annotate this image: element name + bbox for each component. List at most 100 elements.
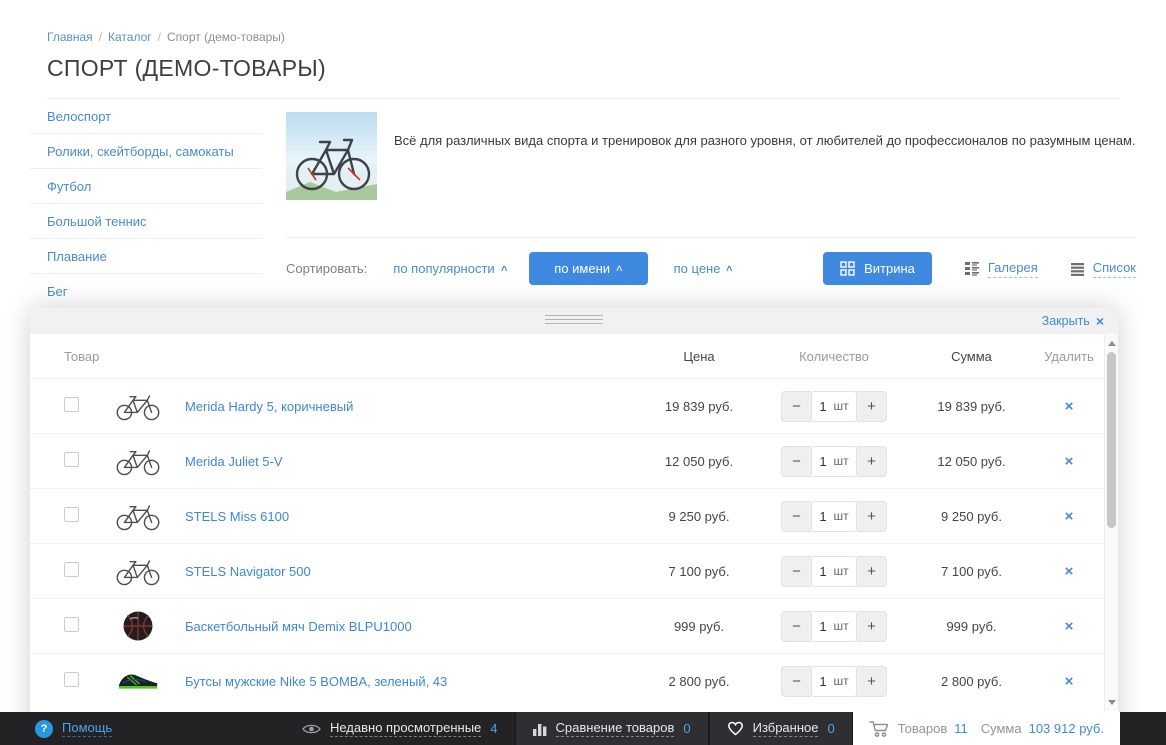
quantity-input[interactable]: 1 шт xyxy=(811,665,857,697)
quantity-unit: шт xyxy=(833,564,849,578)
sum-value: 999 руб. xyxy=(946,618,997,634)
row-checkbox[interactable] xyxy=(64,507,79,522)
product-link[interactable]: STELS Miss 6100 xyxy=(185,509,289,524)
cart-sum-value: 103 912 руб. xyxy=(1028,721,1104,736)
increase-button[interactable]: + xyxy=(857,665,887,697)
favorites-link[interactable]: Избранное 0 xyxy=(708,712,853,745)
help-icon: ? xyxy=(35,719,53,738)
scrollbar[interactable] xyxy=(1104,334,1118,711)
row-checkbox[interactable] xyxy=(64,672,79,687)
product-link[interactable]: Бутсы мужские Nike 5 BOMBA, зеленый, 43 xyxy=(185,674,447,689)
gallery-icon xyxy=(964,262,979,276)
breadcrumb-link-home[interactable]: Главная xyxy=(47,30,93,44)
product-thumbnail[interactable] xyxy=(90,610,185,642)
quantity-input[interactable]: 1 шт xyxy=(811,555,857,587)
sort-by-name[interactable]: по имени ∧ xyxy=(529,252,648,285)
quantity-unit: шт xyxy=(833,454,849,468)
delete-button[interactable]: × xyxy=(1065,673,1074,690)
product-link[interactable]: STELS Navigator 500 xyxy=(185,564,311,579)
product-thumbnail[interactable] xyxy=(90,556,185,586)
product-thumbnail[interactable] xyxy=(90,446,185,476)
sidebar-item-futbol[interactable]: Футбол xyxy=(30,169,262,204)
recently-viewed-link[interactable]: Недавно просмотренные 4 xyxy=(285,712,515,745)
quantity-input[interactable]: 1 шт xyxy=(811,610,857,642)
category-sidebar: Велоспорт Ролики, скейтборды, самокаты Ф… xyxy=(30,99,262,309)
product-thumbnail[interactable] xyxy=(90,501,185,531)
close-button[interactable]: Закрыть × xyxy=(1042,308,1104,334)
delete-button[interactable]: × xyxy=(1065,563,1074,580)
delete-button[interactable]: × xyxy=(1065,453,1074,470)
cart-table: Товар Цена Количество Сумма Удалить Meri… xyxy=(30,334,1104,745)
cart-row: Merida Hardy 5, коричневый 19 839 руб. −… xyxy=(30,378,1104,433)
row-checkbox[interactable] xyxy=(64,452,79,467)
eye-icon xyxy=(302,724,321,733)
product-link[interactable]: Merida Hardy 5, коричневый xyxy=(185,399,353,414)
increase-button[interactable]: + xyxy=(857,610,887,642)
increase-button[interactable]: + xyxy=(857,390,887,422)
product-thumbnail[interactable] xyxy=(90,669,185,693)
help-label: Помощь xyxy=(62,720,113,737)
close-icon: × xyxy=(1095,313,1104,329)
row-checkbox[interactable] xyxy=(64,617,79,632)
delete-button[interactable]: × xyxy=(1065,398,1074,415)
delete-button[interactable]: × xyxy=(1065,508,1074,525)
decrease-button[interactable]: − xyxy=(781,665,811,697)
cart-row: Баскетбольный мяч Demix BLPU1000 999 руб… xyxy=(30,598,1104,653)
increase-button[interactable]: + xyxy=(857,555,887,587)
sidebar-item-plavanie[interactable]: Плавание xyxy=(30,239,262,274)
breadcrumb: Главная / Каталог / Спорт (демо-товары) xyxy=(47,30,1119,44)
page-title: СПОРТ (ДЕМО-ТОВАРЫ) xyxy=(47,55,326,81)
compare-link[interactable]: Сравнение товаров 0 xyxy=(514,712,709,745)
quantity-input[interactable]: 1 шт xyxy=(811,445,857,477)
help-link[interactable]: ? Помощь xyxy=(18,712,129,745)
sum-value: 2 800 руб. xyxy=(941,673,1002,689)
increase-button[interactable]: + xyxy=(857,500,887,532)
row-checkbox[interactable] xyxy=(64,562,79,577)
grid-icon xyxy=(840,261,855,276)
product-link[interactable]: Баскетбольный мяч Demix BLPU1000 xyxy=(185,619,412,634)
view-gallery-button[interactable]: Галерея xyxy=(964,260,1038,278)
row-checkbox[interactable] xyxy=(64,397,79,412)
breadcrumb-link-catalog[interactable]: Каталог xyxy=(108,30,152,44)
scroll-down-arrow-icon[interactable] xyxy=(1105,695,1119,709)
sort-by-popularity[interactable]: по популярности ∧ xyxy=(393,261,508,276)
bike-icon xyxy=(116,395,159,421)
sidebar-item-beg[interactable]: Бег xyxy=(30,274,262,309)
price-value: 9 250 руб. xyxy=(668,508,730,524)
increase-button[interactable]: + xyxy=(857,445,887,477)
catalog-page: Главная / Каталог / Спорт (демо-товары) СПОР… xyxy=(0,0,1166,309)
scrollbar-thumb[interactable] xyxy=(1107,352,1116,528)
sidebar-item-roliki[interactable]: Ролики, скейтборды, самокаты xyxy=(30,134,262,169)
delete-button[interactable]: × xyxy=(1065,618,1074,635)
drag-handle[interactable] xyxy=(545,315,603,327)
decrease-button[interactable]: − xyxy=(781,610,811,642)
sidebar-item-tennis[interactable]: Большой теннис xyxy=(30,204,262,239)
sort-option-label: по имени xyxy=(554,261,611,276)
toolbar-endcap xyxy=(1120,712,1166,745)
category-description: Всё для различных вида спорта и трениров… xyxy=(394,133,1136,148)
quantity-input[interactable]: 1 шт xyxy=(811,500,857,532)
product-thumbnail[interactable] xyxy=(90,391,185,421)
quantity-value: 1 xyxy=(819,398,827,414)
quantity-input[interactable]: 1 шт xyxy=(811,390,857,422)
scroll-up-arrow-icon[interactable] xyxy=(1105,336,1119,350)
product-link[interactable]: Merida Juliet 5-V xyxy=(185,454,283,469)
sidebar-item-velosport[interactable]: Велоспорт xyxy=(30,99,262,134)
cart-row: STELS Navigator 500 7 100 руб. − 1 шт + … xyxy=(30,543,1104,598)
cart-summary[interactable]: Товаров 11 Сумма 103 912 руб. xyxy=(852,712,1120,745)
decrease-button[interactable]: − xyxy=(781,500,811,532)
bicycle-photo xyxy=(286,112,377,200)
price-value: 7 100 руб. xyxy=(668,563,730,579)
decrease-button[interactable]: − xyxy=(781,390,811,422)
sort-by-price[interactable]: по цене ∧ xyxy=(674,261,735,276)
caret-up-icon: ∧ xyxy=(725,263,735,273)
close-button-label: Закрыть xyxy=(1041,314,1090,328)
view-list-button[interactable]: Список xyxy=(1070,260,1136,278)
quantity-value: 1 xyxy=(819,563,827,579)
sum-value: 12 050 руб. xyxy=(937,453,1006,469)
decrease-button[interactable]: − xyxy=(781,555,811,587)
bottom-toolbar: ? Помощь Недавно просмотренные 4 Сравнен… xyxy=(0,712,1166,745)
view-vitrina-button[interactable]: Витрина xyxy=(823,252,932,285)
quantity-stepper: − 1 шт + xyxy=(781,390,887,422)
decrease-button[interactable]: − xyxy=(781,445,811,477)
